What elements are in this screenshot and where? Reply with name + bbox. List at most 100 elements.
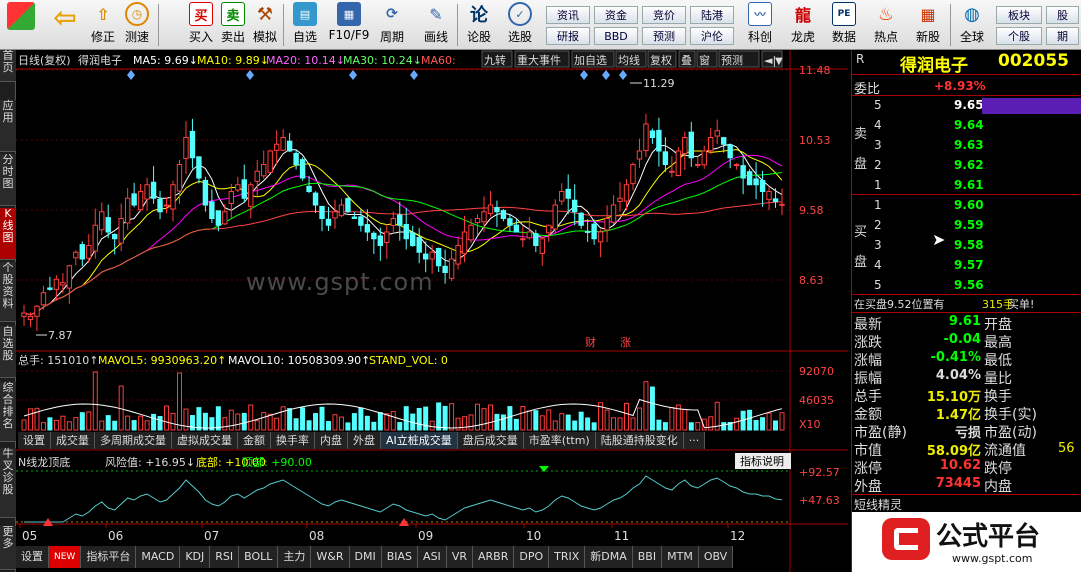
- research-button[interactable]: 研报: [546, 27, 590, 45]
- bottom-tab-5[interactable]: RSI: [210, 546, 240, 568]
- candle-body[interactable]: [105, 217, 111, 233]
- data-button[interactable]: PE 数据: [826, 2, 862, 48]
- bottom-tab-16[interactable]: 新DMA: [585, 546, 633, 568]
- candle-body[interactable]: [338, 204, 345, 217]
- volume-bar[interactable]: [481, 408, 487, 431]
- volume-bar[interactable]: [559, 413, 565, 431]
- candle-body[interactable]: [112, 234, 118, 240]
- kline-chart-area[interactable]: www.gspt.com 05 06 07 08 09 10 11 12 日线(复权) 得润电…: [16, 50, 848, 572]
- candle-body[interactable]: [144, 184, 150, 200]
- candle-body[interactable]: [578, 212, 584, 226]
- indicator-tab-9[interactable]: 盘后成交量: [457, 432, 524, 449]
- candle-body[interactable]: [643, 123, 649, 152]
- candle-body[interactable]: [435, 248, 442, 267]
- f10-button[interactable]: ▦ F10/F9: [327, 2, 371, 48]
- volume-bar[interactable]: [649, 386, 655, 431]
- candle-body[interactable]: [176, 164, 183, 192]
- period-label[interactable]: 日线(复权): [18, 53, 71, 67]
- indicator-tab-10[interactable]: 市盈率(ttm): [523, 432, 596, 449]
- candle-body[interactable]: [73, 251, 79, 259]
- simulate-button[interactable]: ⚒ 模拟: [250, 2, 280, 48]
- volume-bar[interactable]: [695, 422, 701, 431]
- candle-body[interactable]: [86, 245, 92, 259]
- candle-body[interactable]: [202, 179, 209, 206]
- volume-bar[interactable]: [423, 406, 429, 431]
- indicator-tab-6[interactable]: 内盘: [315, 432, 348, 449]
- volume-bars[interactable]: [21, 371, 785, 431]
- candle-body[interactable]: [209, 201, 215, 219]
- candle-body[interactable]: [124, 197, 131, 224]
- indicator-lines[interactable]: [24, 466, 783, 526]
- candle-body[interactable]: [565, 188, 571, 199]
- event-diamond-icon[interactable]: [246, 70, 254, 80]
- dropdown-arrow-icon[interactable]: ▼: [775, 56, 783, 67]
- volume-bar[interactable]: [662, 422, 668, 431]
- indicator-tab-0[interactable]: 设置: [18, 432, 51, 449]
- candle-body[interactable]: [364, 224, 371, 233]
- volume-bar[interactable]: [222, 417, 228, 431]
- candle-body[interactable]: [675, 150, 682, 177]
- candle-body[interactable]: [118, 218, 124, 244]
- volume-bar[interactable]: [636, 407, 642, 431]
- volume-bar[interactable]: [630, 417, 636, 431]
- bottom-tab-4[interactable]: KDJ: [180, 546, 211, 568]
- volume-bar[interactable]: [390, 411, 396, 431]
- volume-bar[interactable]: [773, 420, 779, 431]
- volume-bar[interactable]: [73, 417, 79, 431]
- candle-body[interactable]: [591, 223, 597, 240]
- volume-bar[interactable]: [332, 414, 338, 431]
- stock-tab-button[interactable]: 股: [1046, 6, 1079, 24]
- volume-bar[interactable]: [708, 416, 714, 431]
- candle-body[interactable]: [299, 159, 306, 179]
- tab-kline[interactable]: K线图: [0, 208, 16, 260]
- candle-body[interactable]: [507, 218, 513, 226]
- volume-bar[interactable]: [228, 409, 234, 431]
- period-button[interactable]: ⟳ 周期: [374, 2, 410, 48]
- tab-watchlist[interactable]: 自选股: [0, 326, 16, 378]
- bid-price[interactable]: 9.59: [954, 218, 984, 232]
- candle-body[interactable]: [280, 137, 286, 151]
- bottom-tab-2[interactable]: 指标平台: [81, 546, 137, 568]
- volume-bar[interactable]: [669, 407, 675, 431]
- candle-body[interactable]: [157, 198, 163, 213]
- bottom-tab-7[interactable]: 主力: [278, 546, 312, 568]
- indicator-tab-11[interactable]: 陆股通持股变化: [595, 432, 684, 449]
- volume-bar[interactable]: [436, 402, 442, 431]
- indicator-tab-5[interactable]: 换手率: [271, 432, 315, 449]
- volume-bar[interactable]: [144, 420, 150, 431]
- draw-line-button[interactable]: ✎ 画线: [418, 2, 454, 48]
- volume-bar[interactable]: [449, 403, 455, 431]
- candle-body[interactable]: [720, 137, 727, 145]
- tab-ranking[interactable]: 综合排名: [0, 382, 16, 442]
- candle-body[interactable]: [351, 216, 358, 219]
- candle-body[interactable]: [559, 191, 565, 202]
- volume-bar[interactable]: [241, 412, 247, 431]
- candle-body[interactable]: [60, 282, 66, 286]
- candle-body[interactable]: [617, 197, 623, 202]
- bid-price[interactable]: 9.58: [954, 238, 984, 252]
- candle-body[interactable]: [714, 130, 720, 137]
- volume-bar[interactable]: [60, 415, 66, 431]
- volume-bar[interactable]: [533, 410, 539, 431]
- event-diamond-icon[interactable]: [410, 70, 418, 80]
- auction-button[interactable]: 竞价: [642, 6, 686, 24]
- candle-body[interactable]: [630, 164, 636, 185]
- event-limit-up[interactable]: 涨: [620, 336, 631, 349]
- candle-body[interactable]: [254, 170, 260, 182]
- volume-bar[interactable]: [99, 420, 105, 431]
- candle-body[interactable]: [649, 130, 656, 138]
- candle-body[interactable]: [733, 164, 740, 166]
- candle-body[interactable]: [377, 235, 384, 247]
- candle-body[interactable]: [468, 224, 474, 241]
- bottom-tab-9[interactable]: DMI: [349, 546, 382, 568]
- candle-body[interactable]: [286, 140, 293, 152]
- stock-select-button[interactable]: ✓ 选股: [502, 2, 538, 48]
- candle-body[interactable]: [662, 151, 669, 166]
- candle-body[interactable]: [410, 232, 416, 246]
- candle-body[interactable]: [759, 180, 766, 192]
- back-button[interactable]: ⇦: [48, 1, 82, 48]
- volume-bar[interactable]: [325, 421, 331, 431]
- candle-body[interactable]: [487, 204, 494, 215]
- ask-price[interactable]: 9.62: [954, 158, 984, 172]
- bottom-tab-1[interactable]: NEW: [49, 546, 82, 568]
